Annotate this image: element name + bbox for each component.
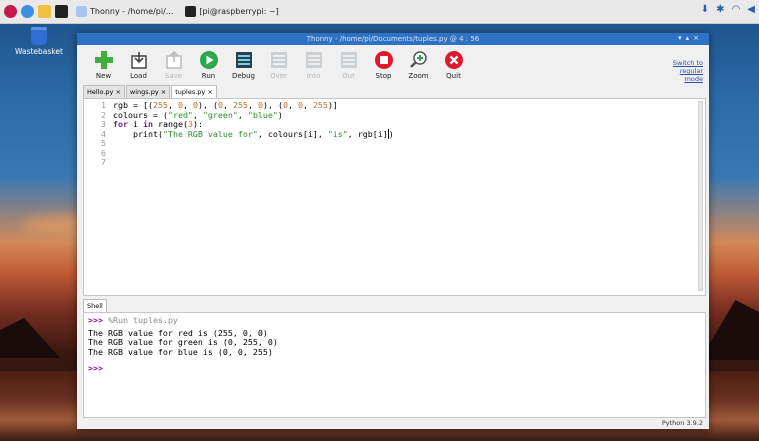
step-into-label: Into [306,72,321,80]
debug-icon [233,49,255,71]
shell-prompt: >>> [88,363,103,373]
code-line: 7 [84,157,394,168]
window-titlebar[interactable]: Thonny - /home/pi/Documents/tuples.py @ … [77,33,709,45]
new-button[interactable]: New [86,49,121,80]
debug-label: Debug [231,72,256,80]
minimize-icon[interactable]: ▾ [678,34,686,42]
code-line: 4 print("The RGB value for", colours[i],… [84,128,394,140]
editor-tabs: Hello.py × wings.py × tuples.py × [83,85,218,99]
line-number: 7 [101,157,106,167]
switch-mode-text: regular [679,67,703,75]
run-button[interactable]: Run [191,49,226,80]
taskbar-item-thonny[interactable]: Thonny - /home/pi/... [72,3,177,20]
zoom-icon [408,49,430,71]
stop-label: Stop [375,72,392,80]
new-file-icon [93,49,115,71]
zoom-button[interactable]: Zoom [401,49,436,80]
wifi-icon[interactable]: ◠ [732,4,741,15]
shell-run-command: %Run tuples.py [108,315,178,325]
shell-run-line: >>> %Run tuples.py [84,315,705,326]
step-out-button[interactable]: Out [331,49,366,80]
switch-mode-text: mode [684,75,703,83]
stop-button[interactable]: Stop [366,49,401,80]
code-line: 5 [84,138,394,149]
toolbar: New Load Save Run Debug Over Into Out St… [77,45,709,89]
file-manager-icon[interactable] [38,5,51,18]
stop-icon [373,49,395,71]
tab-shell[interactable]: Shell [83,299,107,313]
tab-wings-py[interactable]: wings.py × [125,85,171,99]
thonny-icon [76,6,87,17]
terminal-icon[interactable] [55,5,68,18]
status-bar: Python 3.9.2 [661,419,703,427]
save-icon [163,49,185,71]
wastebasket-label: Wastebasket [15,47,63,56]
close-icon[interactable]: × [693,34,703,42]
load-label: Load [130,72,147,80]
line-number: 4 [101,128,106,139]
tab-tuples-py[interactable]: tuples.py × [171,85,217,99]
save-label: Save [164,72,183,80]
terminal-icon [185,6,197,17]
save-button[interactable]: Save [156,49,191,80]
load-button[interactable]: Load [121,49,156,80]
tab-hello-py[interactable]: Hello.py × [83,85,125,99]
shell-panel[interactable]: >>> %Run tuples.py The RGB value for red… [83,312,706,418]
line-number: 5 [101,138,106,148]
line-number: 6 [101,147,106,158]
run-label: Run [201,72,216,80]
shell-prompt: >>> [88,315,103,325]
taskbar-item-label: Thonny - /home/pi/... [90,7,174,16]
volume-icon[interactable]: ◀ [747,4,755,15]
code-line: 6 [84,147,394,159]
step-into-icon [303,49,325,71]
taskbar-item-label: [pi@raspberrypi: ~] [199,7,279,16]
hill-silhouette [0,318,60,358]
wastebasket-desktop-icon[interactable]: Wastebasket [14,27,64,56]
line-number: 2 [101,109,106,120]
step-out-label: Out [342,72,355,80]
new-label: New [95,72,112,80]
quit-icon [443,49,465,71]
code-lines: 1 rgb = [(255, 0, 0), (0, 255, 0), (0, 0,… [84,100,394,168]
switch-mode-link[interactable]: Switch to regular mode [673,59,703,83]
thonny-window: Thonny - /home/pi/Documents/tuples.py @ … [77,33,709,429]
step-into-button[interactable]: Into [296,49,331,80]
bluetooth-icon[interactable]: ✱ [716,4,724,15]
shell-input-line[interactable]: >>> [84,363,705,374]
line-number: 3 [101,119,106,129]
raspberry-menu-icon[interactable] [4,5,17,18]
step-over-button[interactable]: Over [261,49,296,80]
step-out-icon [338,49,360,71]
line-number: 1 [101,100,106,110]
step-over-label: Over [270,72,287,80]
switch-mode-text: Switch to [672,59,703,67]
debug-button[interactable]: Debug [226,49,261,80]
run-icon [198,49,220,71]
step-over-icon [268,49,290,71]
quit-button[interactable]: Quit [436,49,471,80]
trash-icon [31,27,47,45]
quit-label: Quit [446,72,461,80]
maximize-icon[interactable]: ▴ [686,34,694,42]
system-tray: ⬇ ✱ ◠ ◀ [701,4,755,15]
code-editor[interactable]: 1 rgb = [(255, 0, 0), (0, 255, 0), (0, 0,… [83,98,706,296]
load-icon [128,49,150,71]
window-controls: ▾▴× [678,34,703,42]
window-title: Thonny - /home/pi/Documents/tuples.py @ … [306,35,480,43]
zoom-label: Zoom [408,72,429,80]
editor-scrollbar[interactable] [698,101,703,291]
update-icon[interactable]: ⬇ [701,4,709,15]
taskbar: Thonny - /home/pi/... [pi@raspberrypi: ~… [0,0,759,24]
shell-output-line: The RGB value for blue is (0, 0, 255) [88,346,273,357]
taskbar-item-terminal[interactable]: [pi@raspberrypi: ~] [181,3,282,20]
browser-icon[interactable] [21,5,34,18]
